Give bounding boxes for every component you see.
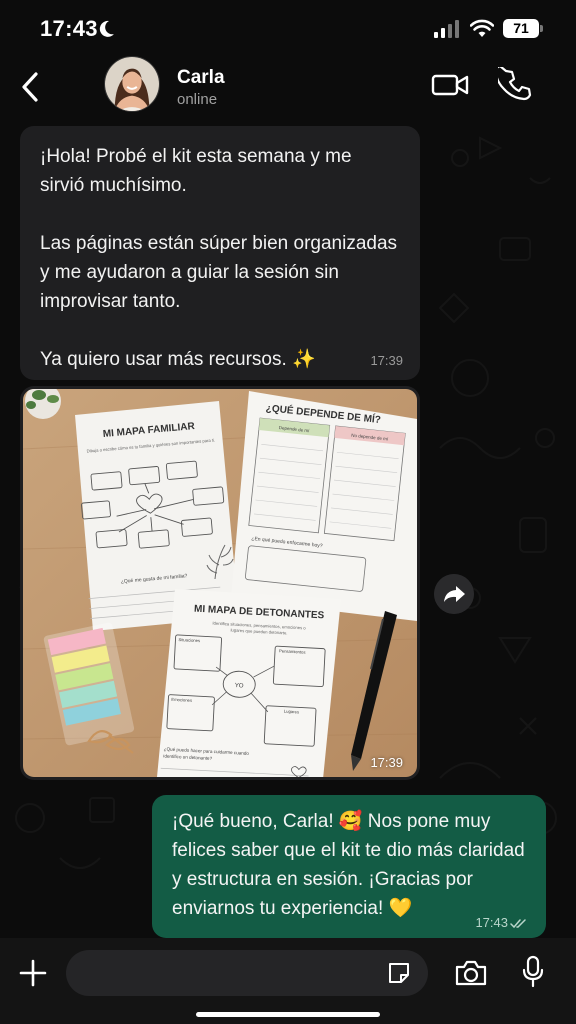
video-call-button[interactable] xyxy=(430,70,470,100)
battery-cap xyxy=(540,25,543,32)
forward-button[interactable] xyxy=(434,574,474,614)
read-ticks-icon xyxy=(510,919,526,929)
voice-call-button[interactable] xyxy=(498,67,532,101)
message-input[interactable] xyxy=(66,950,428,996)
incoming-message-bubble[interactable]: ¡Hola! Probé el kit esta semana y me sir… xyxy=(20,126,420,380)
message-time: 17:39 xyxy=(370,353,403,368)
cellular-signal-icon xyxy=(434,20,459,38)
message-paragraph: Las páginas están súper bien organizadas… xyxy=(40,233,398,312)
incoming-photo-bubble[interactable]: MI MAPA FAMILIAR Dibuja o escribe cómo e… xyxy=(20,386,420,780)
outgoing-message-bubble[interactable]: ¡Qué bueno, Carla! 🥰 Nos pone muy felice… xyxy=(152,795,546,938)
worksheets-photo[interactable]: MI MAPA FAMILIAR Dibuja o escribe cómo e… xyxy=(23,389,417,777)
status-time: 17:43 xyxy=(40,16,98,41)
avatar[interactable] xyxy=(104,56,160,112)
contact-name[interactable]: Carla xyxy=(177,67,225,89)
message-time: 17:39 xyxy=(370,755,403,770)
moon-icon xyxy=(99,20,114,37)
map-box-label: Lugares xyxy=(284,709,299,715)
sticker-button[interactable] xyxy=(386,960,412,986)
message-paragraph: ¡Hola! Probé el kit esta semana y me sir… xyxy=(40,146,352,196)
microphone-button[interactable] xyxy=(521,955,545,989)
home-indicator xyxy=(196,1012,380,1017)
chat-header: Carla online xyxy=(0,56,576,118)
contact-status: online xyxy=(177,91,218,108)
message-text: ¡Qué bueno, Carla! 🥰 Nos pone muy felice… xyxy=(172,811,525,919)
camera-button[interactable] xyxy=(454,959,488,987)
wifi-icon xyxy=(470,19,494,37)
chat-screen: 17:43 71 Carla online ¡Hola! Probé el ki… xyxy=(0,0,576,1024)
worksheet-triggers-map: MI MAPA DE DETONANTES Identifica situaci… xyxy=(157,589,341,777)
worksheet-what-depends-on-me: ¿QUÉ DEPENDE DE MÍ? Depende de mí No dep… xyxy=(231,391,417,621)
message-paragraph: Ya quiero usar más recursos. ✨ xyxy=(40,349,316,370)
attach-plus-button[interactable] xyxy=(18,958,48,988)
battery-level: 71 xyxy=(503,19,539,38)
status-bar: 17:43 71 xyxy=(0,0,576,56)
message-composer xyxy=(0,938,576,1024)
map-center-label: YO xyxy=(235,683,244,689)
back-button[interactable] xyxy=(16,70,46,104)
